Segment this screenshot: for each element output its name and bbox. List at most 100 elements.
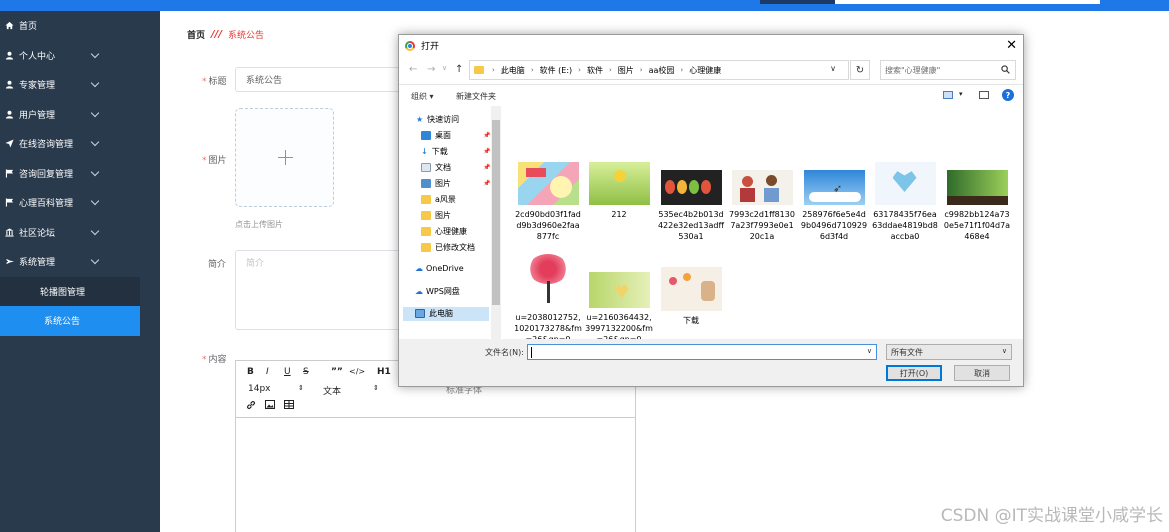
- sidebar-item-expert[interactable]: 专家管理: [0, 70, 160, 100]
- chevron-down-icon[interactable]: ∨: [442, 64, 447, 72]
- font-size-select[interactable]: 14px: [248, 384, 271, 394]
- address-bar[interactable]: › 此电脑 › 软件 (E:) › 软件 › 图片 › aa校园 › 心理健康 ∨: [469, 60, 849, 80]
- view-options-icon[interactable]: [943, 91, 953, 99]
- chevron-down-icon: [90, 78, 100, 88]
- tree-item-folder[interactable]: 心理健康: [421, 226, 467, 237]
- cancel-button[interactable]: 取消: [954, 365, 1010, 381]
- heading-button[interactable]: H1: [377, 367, 391, 377]
- top-bar-tab: [835, 0, 1100, 4]
- image-label: * 图片: [202, 156, 227, 166]
- file-item[interactable]: 535ec4b2b013d422e32ed13adff530a1: [657, 170, 725, 242]
- file-item[interactable]: u=2160364432,3997132200&fm=26&gp=0: [585, 272, 653, 345]
- path-segment[interactable]: 软件: [587, 65, 603, 76]
- sidebar-item-psych-wiki[interactable]: 心理百科管理: [0, 188, 160, 218]
- user-icon: [4, 79, 15, 90]
- tree-item-wps-drive[interactable]: ☁ WPS网盘: [415, 286, 460, 297]
- pin-icon: 📌: [483, 132, 491, 139]
- pin-icon: 📌: [483, 164, 491, 171]
- code-button[interactable]: </>: [349, 367, 365, 376]
- title-label: * 标题: [202, 77, 227, 87]
- chevron-updown-icon: ⇕: [373, 384, 379, 392]
- up-arrow-icon[interactable]: ↑: [455, 64, 463, 75]
- filename-input[interactable]: ∨: [527, 344, 877, 360]
- quote-button[interactable]: ””: [331, 367, 343, 377]
- tree-item-folder[interactable]: 图片: [421, 210, 451, 221]
- bank-icon: [4, 227, 15, 238]
- path-segment[interactable]: 此电脑: [501, 65, 525, 76]
- send-icon: [4, 138, 15, 149]
- file-item[interactable]: 下载: [657, 267, 725, 326]
- scrollbar-thumb[interactable]: [492, 120, 500, 305]
- dialog-titlebar: 打开 ✕: [399, 35, 1023, 56]
- open-button[interactable]: 打开(O): [886, 365, 942, 381]
- sidebar-subitem-announcement[interactable]: 系统公告: [0, 306, 140, 336]
- chevron-down-icon[interactable]: ∨: [867, 347, 872, 355]
- search-input[interactable]: 搜索"心理健康": [880, 60, 1016, 80]
- italic-button[interactable]: I: [266, 367, 269, 377]
- close-icon[interactable]: ✕: [1006, 38, 1017, 53]
- sidebar-item-label: 个人中心: [19, 51, 56, 62]
- link-icon[interactable]: [246, 400, 256, 413]
- tree-item-folder[interactable]: 已修改文档: [421, 242, 475, 253]
- tree-item-pictures[interactable]: 图片 📌: [421, 178, 490, 189]
- refresh-icon[interactable]: ↻: [850, 60, 870, 80]
- upload-hint: 点击上传图片: [235, 220, 283, 229]
- breadcrumb: 首页 /// 系统公告: [187, 28, 264, 41]
- download-icon: ↓: [421, 147, 428, 156]
- organize-menu[interactable]: 组织 ▾: [411, 91, 434, 102]
- sidebar-subitem-carousel[interactable]: 轮播图管理: [0, 276, 140, 306]
- bold-button[interactable]: B: [247, 367, 254, 377]
- path-segment[interactable]: 软件 (E:): [540, 65, 573, 76]
- tree-item-documents[interactable]: 文档 📌: [421, 162, 490, 173]
- file-name: 63178435f76ea63ddae4819bd8accba0: [872, 210, 938, 241]
- tree-item-this-pc[interactable]: 此电脑: [415, 308, 453, 319]
- image-uploader[interactable]: [235, 108, 334, 207]
- chevron-down-icon[interactable]: ▾: [959, 90, 963, 98]
- path-segment[interactable]: 心理健康: [689, 65, 721, 76]
- intro-textarea[interactable]: 简介: [235, 250, 405, 330]
- tree-item-folder[interactable]: a风景: [421, 194, 456, 205]
- sidebar-item-user[interactable]: 用户管理: [0, 100, 160, 130]
- underline-button[interactable]: U: [284, 367, 291, 377]
- file-item[interactable]: c9982bb124a730e5e71f1f04d7a468e4: [943, 170, 1011, 242]
- sidebar-item-online-consult[interactable]: 在线咨询管理: [0, 129, 160, 159]
- file-item[interactable]: u=2038012752,1020173278&fm=26&gp=0: [514, 249, 582, 345]
- file-item[interactable]: 212: [585, 162, 653, 220]
- computer-icon: [415, 309, 425, 318]
- file-item[interactable]: 63178435f76ea63ddae4819bd8accba0: [871, 162, 939, 242]
- table-icon[interactable]: [284, 400, 294, 412]
- image-thumbnail: [660, 267, 722, 311]
- plane-icon: [4, 256, 15, 267]
- file-item[interactable]: 258976f6e5e4d9b0496d7109296d3f4d: [800, 170, 868, 242]
- image-icon[interactable]: [265, 400, 275, 412]
- preview-pane-icon[interactable]: [979, 91, 989, 99]
- new-folder-button[interactable]: 新建文件夹: [456, 91, 496, 102]
- file-item[interactable]: 2cd90bd03f1fadd9b3d960e2faa877fc: [514, 162, 582, 242]
- forward-arrow-icon[interactable]: →: [427, 64, 435, 75]
- sidebar-item-forum[interactable]: 社区论坛: [0, 218, 160, 248]
- filetype-select[interactable]: 所有文件 ∨: [886, 344, 1012, 360]
- tree-item-onedrive[interactable]: ☁ OneDrive: [415, 264, 464, 273]
- top-bar: [0, 0, 1169, 11]
- text-type-select[interactable]: 文本: [323, 384, 341, 397]
- file-list: 2cd90bd03f1fadd9b3d960e2faa877fc 212 535…: [501, 106, 1023, 344]
- sidebar-item-consult-reply[interactable]: 咨询回复管理: [0, 159, 160, 189]
- breadcrumb-home[interactable]: 首页: [187, 28, 205, 41]
- file-item[interactable]: 7993c2d1ff81307a23f7993e0e120c1a: [728, 170, 796, 242]
- help-icon[interactable]: ?: [1002, 89, 1014, 101]
- title-input[interactable]: 系统公告: [235, 67, 405, 92]
- sidebar-item-personal-center[interactable]: 个人中心: [0, 41, 160, 71]
- navigation-scrollbar[interactable]: [491, 106, 501, 339]
- strike-button[interactable]: S: [303, 367, 309, 377]
- back-arrow-icon[interactable]: ←: [409, 64, 417, 75]
- tree-item-desktop[interactable]: 桌面 📌: [421, 130, 490, 141]
- sidebar-item-home[interactable]: 首页: [0, 11, 160, 41]
- flag-icon: [4, 197, 15, 208]
- chevron-down-icon[interactable]: ∨: [830, 64, 836, 73]
- sidebar-item-system[interactable]: 系统管理: [0, 247, 160, 277]
- tree-item-downloads[interactable]: ↓ 下载 📌: [421, 146, 490, 157]
- tree-item-quick-access[interactable]: ★ 快速访问: [416, 114, 459, 125]
- path-segment[interactable]: 图片: [618, 65, 634, 76]
- path-segment[interactable]: aa校园: [649, 65, 675, 76]
- sidebar-item-label: 用户管理: [19, 110, 56, 121]
